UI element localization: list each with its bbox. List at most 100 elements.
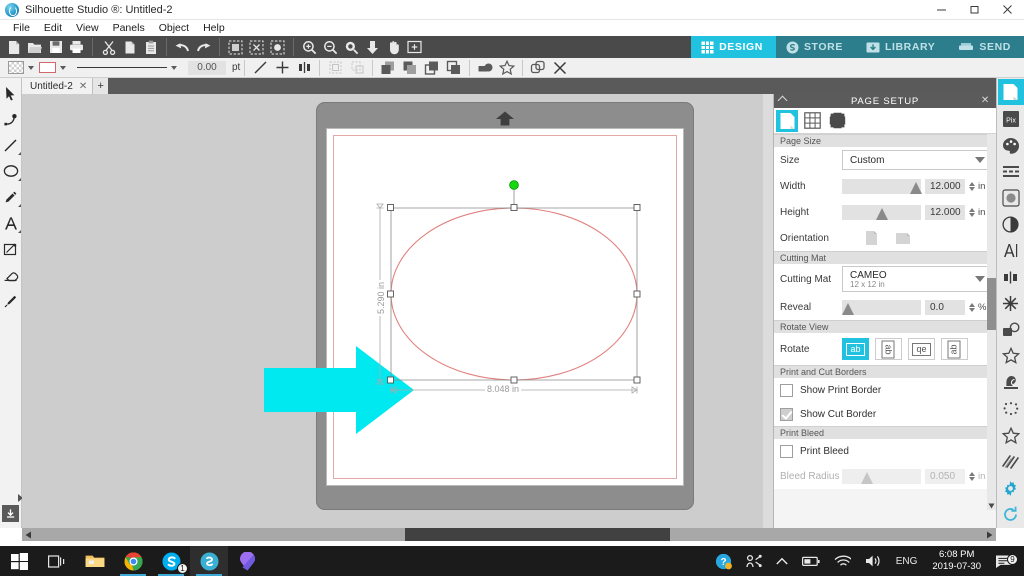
select-arrow-tool[interactable] bbox=[0, 80, 22, 106]
chrome-icon[interactable] bbox=[114, 546, 152, 576]
zoom-region-icon[interactable] bbox=[404, 37, 425, 57]
line-color-swatch[interactable] bbox=[39, 62, 56, 73]
stamp-panel-icon[interactable] bbox=[998, 369, 1024, 395]
menu-help[interactable]: Help bbox=[196, 20, 232, 36]
wifi-icon[interactable] bbox=[827, 555, 858, 568]
silhouette-studio-icon[interactable] bbox=[190, 546, 228, 576]
zoom-out-icon[interactable] bbox=[320, 37, 341, 57]
undo-icon[interactable] bbox=[172, 37, 193, 57]
document-tab-untitled-2[interactable]: Untitled-2 ✕ bbox=[22, 78, 94, 94]
line-style-preview[interactable] bbox=[77, 67, 167, 68]
zoom-selection-icon[interactable] bbox=[341, 37, 362, 57]
align-icon[interactable] bbox=[293, 59, 315, 77]
show-print-border-row[interactable]: Show Print Border bbox=[774, 378, 996, 402]
modify-panel-icon[interactable] bbox=[998, 290, 1024, 316]
transform-move-icon[interactable] bbox=[271, 59, 293, 77]
cutting-mat-select[interactable]: CAMEO 12 x 12 in bbox=[842, 266, 990, 292]
line-thickness-input[interactable]: 0.00 bbox=[188, 60, 226, 75]
chevron-down-icon[interactable] bbox=[60, 65, 66, 70]
panel-scroll-down-arrow[interactable] bbox=[987, 501, 996, 510]
reveal-input[interactable]: 0.0 bbox=[925, 299, 965, 315]
scrollbar-track[interactable] bbox=[35, 528, 983, 541]
rotate-180-icon[interactable]: qe bbox=[908, 338, 935, 360]
offset-icon[interactable] bbox=[527, 59, 549, 77]
width-stepper[interactable] bbox=[967, 181, 976, 191]
landscape-icon[interactable] bbox=[892, 228, 914, 248]
show-hidden-icons-chevron[interactable] bbox=[769, 557, 795, 566]
rhinestone-panel-icon[interactable] bbox=[998, 396, 1024, 422]
fill-contrast-panel-icon[interactable] bbox=[998, 211, 1024, 237]
draw-line-icon[interactable] bbox=[249, 59, 271, 77]
page-setup-tab[interactable] bbox=[776, 109, 798, 132]
align-panel-icon[interactable] bbox=[998, 264, 1024, 290]
close-button[interactable] bbox=[991, 0, 1024, 20]
group-icon[interactable] bbox=[324, 59, 346, 77]
star-shapes-panel-icon[interactable] bbox=[998, 422, 1024, 448]
show-cut-border-row[interactable]: Show Cut Border bbox=[774, 402, 996, 426]
ellipse-tool[interactable] bbox=[0, 158, 22, 184]
minimize-button[interactable] bbox=[925, 0, 958, 20]
pan-hand-icon[interactable] bbox=[383, 37, 404, 57]
fit-to-window-icon[interactable] bbox=[362, 37, 383, 57]
battery-icon[interactable] bbox=[795, 556, 827, 567]
panel-scrollbar[interactable] bbox=[987, 134, 996, 510]
tab-library[interactable]: LIBRARY bbox=[855, 36, 949, 58]
height-stepper[interactable] bbox=[967, 207, 976, 217]
new-document-icon[interactable] bbox=[3, 37, 24, 57]
hatch-fill-panel-icon[interactable] bbox=[998, 449, 1024, 475]
print-bleed-checkbox[interactable] bbox=[780, 444, 793, 458]
maximize-button[interactable] bbox=[958, 0, 991, 20]
portrait-icon[interactable] bbox=[860, 228, 882, 248]
chevron-down-icon[interactable] bbox=[28, 65, 34, 70]
reveal-slider[interactable] bbox=[842, 299, 921, 315]
pixscan-panel-icon[interactable]: Pix bbox=[998, 105, 1024, 131]
tab-send[interactable]: SEND bbox=[948, 36, 1024, 58]
save-document-icon[interactable] bbox=[45, 37, 66, 57]
panel-scrollbar-thumb[interactable] bbox=[987, 278, 996, 330]
menu-view[interactable]: View bbox=[69, 20, 106, 36]
send-backward-icon[interactable] bbox=[421, 59, 443, 77]
menu-file[interactable]: File bbox=[6, 20, 37, 36]
menu-object[interactable]: Object bbox=[152, 20, 196, 36]
tab-store[interactable]: STORE bbox=[775, 36, 856, 58]
volume-icon[interactable] bbox=[858, 554, 889, 568]
text-tool[interactable] bbox=[0, 210, 22, 236]
help-question-icon[interactable]: ? bbox=[708, 553, 739, 570]
color-palette-panel-icon[interactable] bbox=[998, 132, 1024, 158]
text-style-panel-icon[interactable] bbox=[998, 237, 1024, 263]
print-bleed-row[interactable]: Print Bleed bbox=[774, 439, 996, 463]
maps-pin-icon[interactable] bbox=[228, 546, 266, 576]
edit-points-tool[interactable] bbox=[0, 106, 22, 132]
task-view-icon[interactable] bbox=[38, 546, 76, 576]
collapse-chevron-icon[interactable] bbox=[777, 95, 788, 106]
select-all-icon[interactable] bbox=[225, 37, 246, 57]
page-setup-panel-icon[interactable] bbox=[997, 79, 1024, 106]
height-input[interactable]: 12.000 bbox=[925, 204, 965, 220]
line-style-panel-icon[interactable] bbox=[998, 158, 1024, 184]
registration-marks-tab[interactable] bbox=[826, 110, 848, 132]
ungroup-icon[interactable] bbox=[346, 59, 368, 77]
open-document-icon[interactable] bbox=[24, 37, 45, 57]
fill-color-swatch[interactable] bbox=[8, 61, 24, 74]
bring-to-front-icon[interactable] bbox=[377, 59, 399, 77]
draw-pencil-tool[interactable] bbox=[0, 184, 22, 210]
redo-icon[interactable] bbox=[193, 37, 214, 57]
zoom-in-icon[interactable] bbox=[299, 37, 320, 57]
design-canvas[interactable]: 8.048 in 5.290 in bbox=[22, 94, 773, 528]
start-button-icon[interactable] bbox=[0, 546, 38, 576]
rotate-0-icon[interactable]: ab bbox=[842, 338, 869, 360]
people-share-icon[interactable] bbox=[739, 554, 769, 569]
scrollbar-thumb[interactable] bbox=[404, 528, 671, 541]
line-tool[interactable] bbox=[0, 132, 22, 158]
eyedropper-tool[interactable] bbox=[0, 288, 22, 314]
skype-icon[interactable]: 1 bbox=[152, 546, 190, 576]
rotate-270-icon[interactable]: ab bbox=[941, 338, 968, 360]
menu-edit[interactable]: Edit bbox=[37, 20, 69, 36]
eraser-tool[interactable] bbox=[0, 262, 22, 288]
copy-icon[interactable] bbox=[119, 37, 140, 57]
menu-panels[interactable]: Panels bbox=[106, 20, 152, 36]
width-slider[interactable] bbox=[842, 178, 922, 194]
offset-panel-icon[interactable] bbox=[998, 317, 1024, 343]
grid-tab[interactable] bbox=[801, 110, 823, 132]
rotate-90-icon[interactable]: ab bbox=[875, 338, 902, 360]
